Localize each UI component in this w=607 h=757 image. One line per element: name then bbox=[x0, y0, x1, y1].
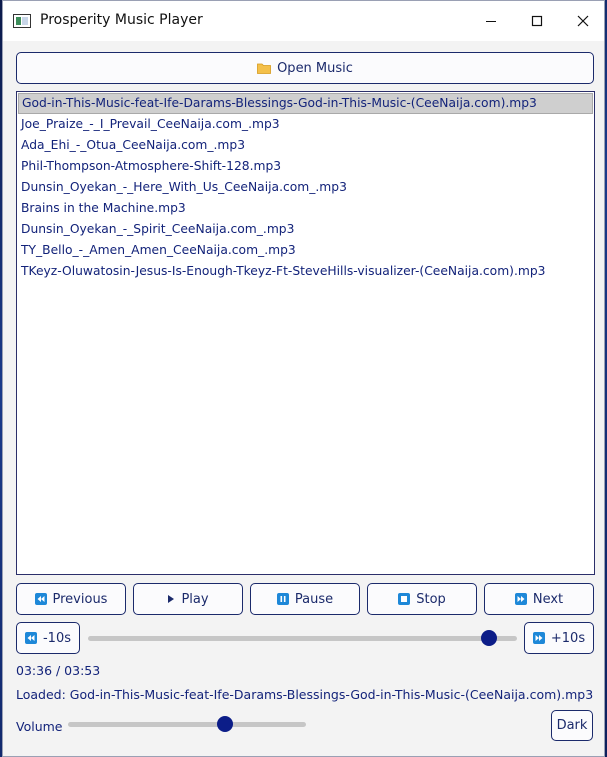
open-music-label: Open Music bbox=[277, 60, 353, 76]
playlist-item[interactable]: Brains in the Machine.mp3 bbox=[18, 198, 593, 219]
loaded-status: Loaded: God-in-This-Music-feat-Ife-Daram… bbox=[16, 687, 594, 702]
dark-mode-button[interactable]: Dark bbox=[551, 710, 593, 741]
playlist-item[interactable]: Joe_Praize_-_I_Prevail_CeeNaija.com_.mp3 bbox=[18, 114, 593, 135]
maximize-icon bbox=[531, 15, 543, 27]
play-button[interactable]: Play bbox=[133, 583, 243, 615]
rewind-label: -10s bbox=[42, 630, 71, 646]
play-icon bbox=[168, 595, 175, 603]
stop-button[interactable]: Stop bbox=[367, 583, 477, 615]
pause-button[interactable]: Pause bbox=[250, 583, 360, 615]
pause-label: Pause bbox=[294, 591, 334, 607]
playlist-item[interactable]: TY_Bello_-_Amen_Amen_CeeNaija.com_.mp3 bbox=[18, 240, 593, 261]
time-display: 03:36 / 03:53 bbox=[16, 663, 101, 678]
next-button[interactable]: Next bbox=[484, 583, 594, 615]
open-music-button[interactable]: Open Music bbox=[16, 52, 594, 84]
minimize-icon bbox=[486, 21, 496, 22]
playlist-item[interactable]: Ada_Ehi_-_Otua_CeeNaija.com_.mp3 bbox=[18, 135, 593, 156]
fast-forward-icon bbox=[532, 632, 545, 644]
close-button[interactable] bbox=[560, 1, 606, 41]
folder-icon bbox=[257, 63, 271, 74]
pause-icon bbox=[276, 593, 289, 605]
previous-icon bbox=[34, 593, 47, 605]
playlist-item[interactable]: Phil-Thompson-Atmosphere-Shift-128.mp3 bbox=[18, 156, 593, 177]
volume-slider-track[interactable] bbox=[68, 722, 306, 727]
minimize-button[interactable] bbox=[468, 1, 514, 41]
stop-icon bbox=[398, 593, 411, 605]
maximize-button[interactable] bbox=[514, 1, 560, 41]
previous-button[interactable]: Previous bbox=[16, 583, 126, 615]
title-bar: Prosperity Music Player bbox=[3, 1, 604, 41]
next-icon bbox=[514, 593, 527, 605]
seek-slider-track[interactable] bbox=[88, 636, 517, 641]
playlist-item[interactable]: TKeyz-Oluwatosin-Jesus-Is-Enough-Tkeyz-F… bbox=[18, 261, 593, 282]
volume-slider-handle[interactable] bbox=[217, 716, 234, 732]
playlist-item[interactable]: Dunsin_Oyekan_-_Here_With_Us_CeeNaija.co… bbox=[18, 177, 593, 198]
close-icon bbox=[577, 15, 589, 27]
playlist[interactable]: God-in-This-Music-feat-Ife-Darams-Blessi… bbox=[16, 91, 595, 575]
previous-label: Previous bbox=[52, 591, 108, 607]
forward-10s-button[interactable]: +10s bbox=[524, 622, 594, 654]
volume-label: Volume bbox=[16, 719, 63, 734]
app-icon bbox=[13, 14, 31, 28]
seek-slider-handle[interactable] bbox=[481, 630, 498, 646]
play-label: Play bbox=[181, 591, 209, 607]
playlist-item[interactable]: God-in-This-Music-feat-Ife-Darams-Blessi… bbox=[18, 93, 593, 114]
next-label: Next bbox=[532, 591, 564, 607]
playlist-item[interactable]: Dunsin_Oyekan_-_Spirit_CeeNaija.com_.mp3 bbox=[18, 219, 593, 240]
stop-label: Stop bbox=[416, 591, 446, 607]
forward-label: +10s bbox=[550, 630, 586, 646]
rewind-10s-button[interactable]: -10s bbox=[16, 622, 80, 654]
dark-mode-label: Dark bbox=[556, 718, 588, 733]
app-window: Prosperity Music Player Open Music God-i… bbox=[2, 0, 605, 757]
window-title: Prosperity Music Player bbox=[40, 12, 203, 28]
rewind-icon bbox=[24, 632, 37, 644]
